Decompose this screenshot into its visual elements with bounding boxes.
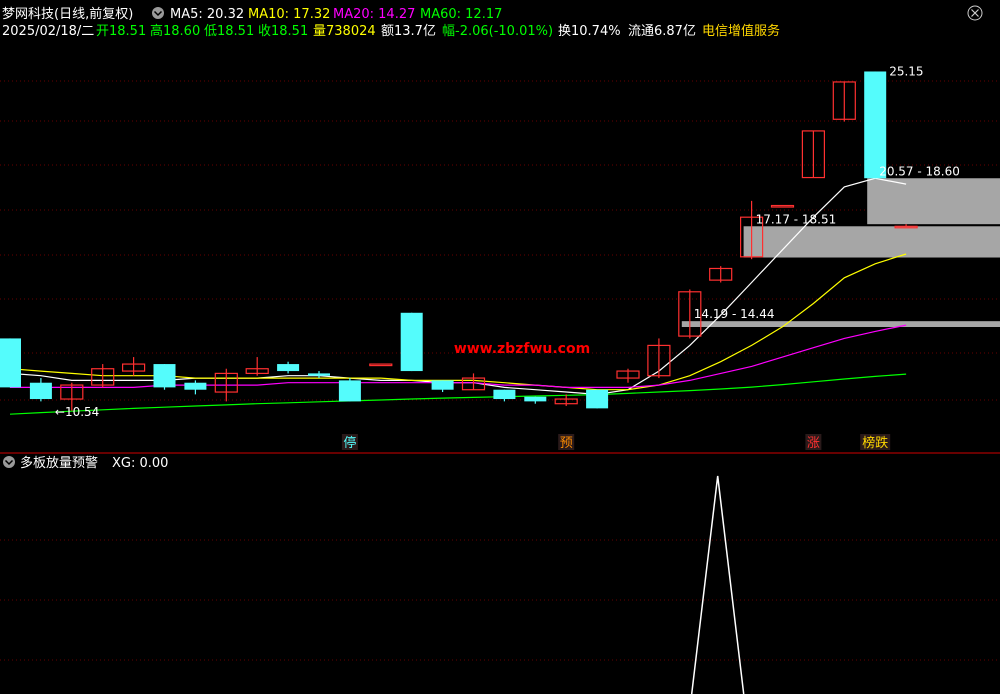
indicator-header: 多板放量预警 XG: 0.00: [3, 455, 168, 471]
marker-text: 榜跌: [862, 435, 888, 451]
candle[interactable]: [832, 81, 856, 122]
signal-markers: 停 预 涨 榜跌: [341, 434, 891, 451]
candle-body: [493, 389, 516, 400]
quote-sector[interactable]: 电信增值服务: [702, 23, 780, 39]
candle[interactable]: [0, 338, 21, 388]
zone-band: [867, 178, 1000, 225]
candle[interactable]: [864, 71, 887, 179]
quote-turnover: 换10.74%: [558, 24, 621, 39]
candle-body: [369, 363, 393, 367]
candle-body: [338, 380, 361, 402]
ma10-value: MA10: 17.32: [248, 7, 330, 22]
candle[interactable]: [524, 396, 547, 404]
quote-volume: 量738024: [313, 24, 376, 39]
indicator-plot: [690, 475, 745, 694]
marker: 停: [341, 434, 358, 451]
header-row-2: 2025/02/18/二 开18.51 高18.60 低18.51 收18.51…: [2, 23, 780, 39]
quote-date: 2025/02/18/二: [2, 24, 94, 39]
candle[interactable]: [586, 389, 609, 409]
candle[interactable]: [431, 380, 454, 393]
candle-body: [524, 396, 547, 402]
candle-body: [770, 204, 795, 208]
quote-close: 收18.51: [258, 24, 308, 39]
candle-body: [184, 382, 207, 390]
candle[interactable]: [801, 130, 826, 179]
price-label: 25.15: [889, 64, 923, 78]
candle-body: [400, 312, 423, 372]
quote-open: 开18.51: [96, 24, 146, 39]
candle-body: [277, 364, 300, 372]
ma20-value: MA20: 14.27: [333, 7, 415, 22]
stock-chart: 20.57 - 18.60 17.17 - 18.51 14.19 - 14.44 2…: [0, 5, 1000, 694]
candle-body: [0, 338, 21, 388]
zone-band: [743, 226, 1000, 258]
candle-body: [308, 373, 330, 376]
indicator-dropdown-icon[interactable]: [3, 456, 15, 468]
candle[interactable]: [369, 363, 393, 367]
candle[interactable]: [554, 394, 578, 407]
indicator-value: XG: 0.00: [112, 456, 168, 471]
zone-label: 17.17 - 18.51: [756, 212, 837, 226]
ma-line-ma5: [9, 177, 907, 396]
marker-text: 预: [560, 436, 573, 451]
indicator-title[interactable]: 多板放量预警: [20, 455, 98, 471]
grid-lines: [0, 80, 1000, 661]
zone-label: 14.19 - 14.44: [694, 307, 775, 321]
candle[interactable]: [277, 361, 300, 374]
marker: 涨: [805, 434, 822, 451]
candle-body: [586, 389, 609, 409]
candle-body: [29, 382, 52, 400]
candle[interactable]: [770, 204, 795, 208]
candle[interactable]: [29, 378, 52, 402]
zone-band: [681, 321, 1000, 327]
ma60-value: MA60: 12.17: [420, 7, 502, 22]
candle[interactable]: [121, 357, 146, 376]
stock-title[interactable]: 梦网科技(日线,前复权): [2, 6, 133, 22]
price-label: ←10.54: [55, 405, 99, 419]
candle-body: [864, 71, 887, 179]
indicator-spike: [690, 475, 745, 694]
candle[interactable]: [245, 357, 269, 376]
candle[interactable]: [894, 224, 918, 229]
ma5-value: MA5: 20.32: [170, 7, 244, 22]
quote-high: 高18.60: [150, 23, 200, 39]
candle[interactable]: [153, 364, 176, 390]
marker-text: 停: [343, 435, 356, 451]
quote-amount: 额13.7亿: [381, 24, 436, 39]
candle[interactable]: [400, 312, 423, 372]
marker: 预: [558, 434, 575, 451]
quote-float-cap: 流通6.87亿: [628, 24, 696, 39]
quote-change: 幅-2.06(-10.01%): [442, 24, 553, 39]
candle-body: [431, 380, 454, 390]
candle[interactable]: [308, 371, 330, 379]
marker: 榜跌: [860, 434, 891, 451]
dropdown-icon[interactable]: [152, 7, 164, 19]
candle[interactable]: [338, 378, 361, 402]
marker-text: 涨: [807, 436, 820, 451]
candle[interactable]: [184, 380, 207, 395]
header-row-1: 梦网科技(日线,前复权) MA5: 20.32 MA10: 17.32 MA20…: [2, 6, 502, 22]
zone-label: 20.57 - 18.60: [879, 164, 960, 178]
candle-body: [153, 364, 176, 388]
resistance-zones: [681, 178, 1000, 327]
candle[interactable]: [647, 338, 671, 379]
candle[interactable]: [616, 368, 640, 383]
watermark: www.zbzfwu.com: [454, 341, 590, 357]
close-icon[interactable]: [967, 5, 983, 21]
candle[interactable]: [709, 266, 733, 283]
quote-low: 低18.51: [204, 24, 254, 39]
